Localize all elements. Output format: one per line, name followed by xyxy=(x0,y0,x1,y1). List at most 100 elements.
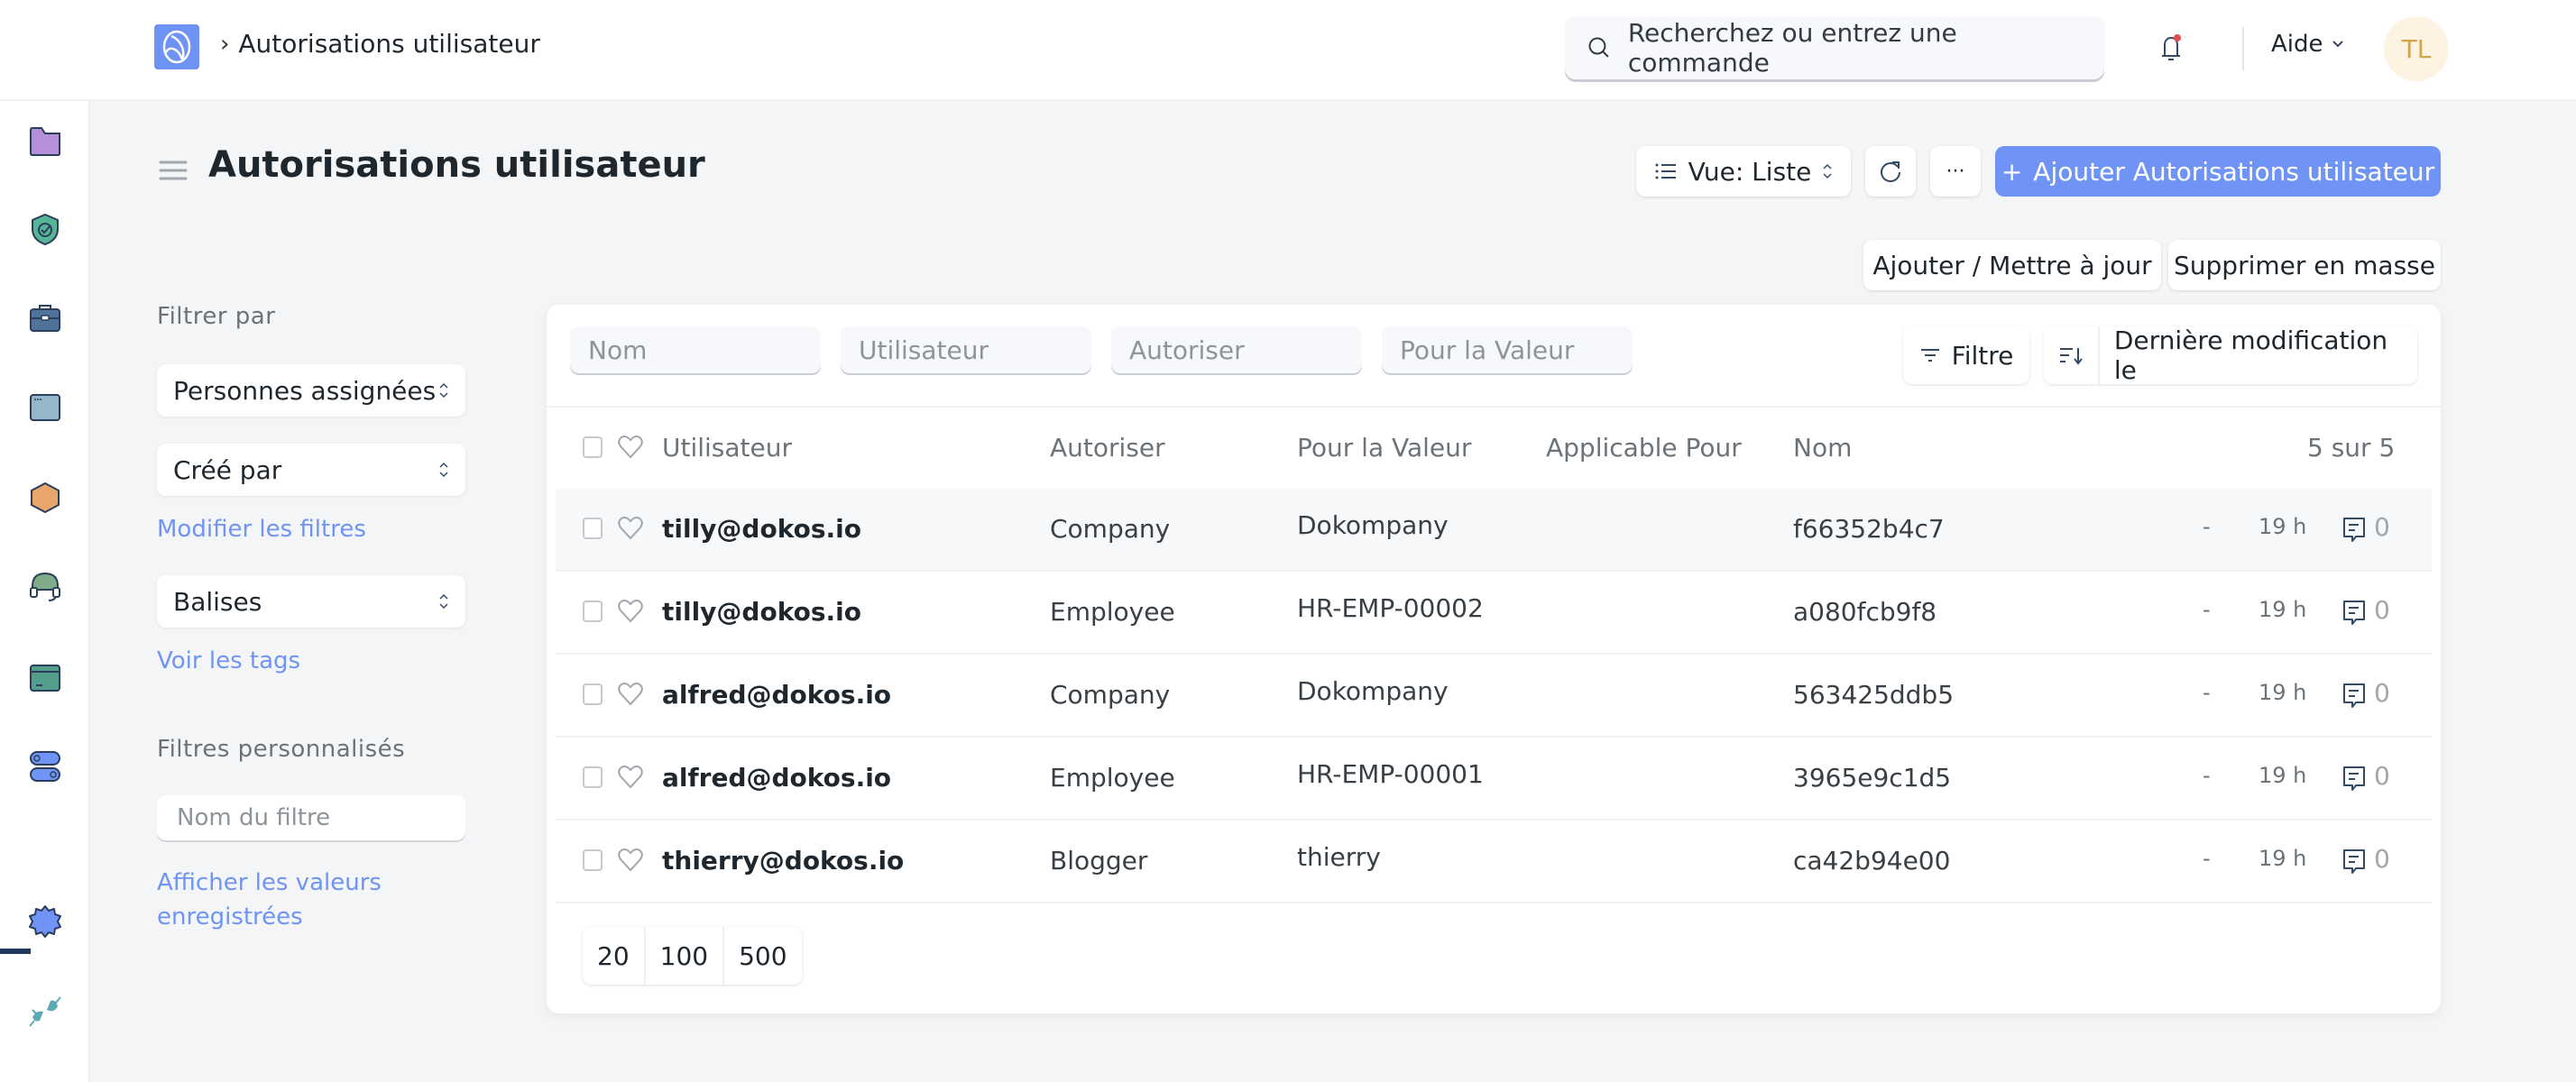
table-row[interactable]: tilly@dokos.io Employee HR-EMP-00002 a080fc… xyxy=(556,572,2432,655)
filter-button[interactable]: Filtre xyxy=(1903,326,2029,384)
row-allow: Blogger xyxy=(1050,846,1148,876)
row-for-value: HR-EMP-00002 xyxy=(1297,593,1484,623)
row-checkbox[interactable] xyxy=(583,766,603,788)
table-row[interactable]: tilly@dokos.io Company Dokompany f66352b4c7… xyxy=(556,489,2432,572)
chevron-updown-icon xyxy=(1823,163,1832,179)
view-switcher-button[interactable]: Vue: Liste xyxy=(1636,146,1851,197)
heart-icon[interactable] xyxy=(617,599,644,624)
terminal-card-icon[interactable] xyxy=(27,660,63,696)
help-dropdown[interactable]: Aide xyxy=(2271,31,2345,58)
sort-order-button[interactable] xyxy=(2044,326,2100,384)
hexagon-icon[interactable] xyxy=(27,480,63,516)
select-all-checkbox[interactable] xyxy=(583,436,603,458)
created-by-label: Créé par xyxy=(173,454,282,485)
app-logo[interactable] xyxy=(154,24,199,69)
page-size-500[interactable]: 500 xyxy=(724,927,801,985)
heart-icon[interactable] xyxy=(617,765,644,790)
row-user-link[interactable]: tilly@dokos.io xyxy=(662,514,861,544)
browser-window-icon[interactable] xyxy=(27,390,63,426)
card-divider xyxy=(547,406,2441,408)
row-allow: Company xyxy=(1050,514,1171,544)
page-size-selector: 20 100 500 xyxy=(583,927,802,985)
logo-icon xyxy=(162,30,191,64)
custom-filters-label: Filtres personnalisés xyxy=(157,736,406,763)
gear-icon[interactable] xyxy=(27,903,63,940)
add-user-permission-button[interactable]: + Ajouter Autorisations utilisateur xyxy=(1995,146,2441,197)
row-user-link[interactable]: thierry@dokos.io xyxy=(662,846,904,876)
add-update-button[interactable]: Ajouter / Mettre à jour xyxy=(1863,240,2161,290)
toggles-icon[interactable] xyxy=(27,748,63,784)
notifications-button[interactable] xyxy=(2157,32,2185,65)
comment-icon[interactable] xyxy=(2341,682,2367,711)
chevron-updown-icon xyxy=(439,462,448,478)
row-checkbox[interactable] xyxy=(583,601,603,622)
row-checkbox[interactable] xyxy=(583,849,603,871)
bell-icon xyxy=(2162,34,2181,60)
column-header-allow[interactable]: Autoriser xyxy=(1050,433,1165,463)
page-size-20[interactable]: 20 xyxy=(583,927,646,985)
show-saved-line2: enregistrées xyxy=(157,903,303,931)
row-dash: - xyxy=(2203,846,2211,871)
search-icon xyxy=(1588,37,1609,58)
table-row[interactable]: alfred@dokos.io Company Dokompany 563425ddb… xyxy=(556,655,2432,738)
list-icon xyxy=(1655,163,1676,179)
sort-selector[interactable]: Dernière modification le xyxy=(2044,326,2417,385)
edit-filters-link[interactable]: Modifier les filtres xyxy=(157,512,366,546)
user-avatar[interactable]: TL xyxy=(2384,16,2449,81)
comment-icon[interactable] xyxy=(2341,516,2367,545)
user-filter-input[interactable]: Utilisateur xyxy=(841,326,1091,373)
show-saved-line1: Afficher les valeurs xyxy=(157,869,382,896)
tags-label: Balises xyxy=(173,586,262,617)
column-header-for-value[interactable]: Pour la Valeur xyxy=(1297,433,1471,463)
search-placeholder: Recherchez ou entrez une commande xyxy=(1627,18,1957,78)
headset-icon[interactable] xyxy=(27,568,63,604)
heart-icon[interactable] xyxy=(617,682,644,707)
table-row[interactable]: alfred@dokos.io Employee HR-EMP-00001 3965e… xyxy=(556,738,2432,821)
table-row[interactable]: thierry@dokos.io Blogger thierry ca42b94e00… xyxy=(556,821,2432,903)
breadcrumb-item[interactable]: Autorisations utilisateur xyxy=(238,29,539,59)
shield-check-icon[interactable] xyxy=(27,211,63,247)
filter-name-input[interactable]: Nom du filtre xyxy=(157,795,465,840)
show-saved-values-link[interactable]: Afficher les valeurs enregistrées xyxy=(157,866,382,934)
bulk-delete-button[interactable]: Supprimer en masse xyxy=(2168,240,2441,290)
row-for-value: Dokompany xyxy=(1297,510,1449,540)
column-header-user[interactable]: Utilisateur xyxy=(662,433,792,463)
more-options-button[interactable]: ··· xyxy=(1930,146,1981,197)
search-input[interactable]: Recherchez ou entrez une commande xyxy=(1565,16,2104,79)
comment-icon[interactable] xyxy=(2341,848,2367,876)
row-checkbox[interactable] xyxy=(583,683,603,705)
row-name: 563425ddb5 xyxy=(1793,680,1955,710)
sort-descending-icon xyxy=(2059,348,2083,365)
comment-icon[interactable] xyxy=(2341,765,2367,793)
row-modified-time: 19 h xyxy=(2259,680,2307,705)
tags-select[interactable]: Balises xyxy=(157,575,465,628)
heart-icon[interactable] xyxy=(617,435,644,460)
show-tags-link[interactable]: Voir les tags xyxy=(157,644,300,678)
column-header-applicable-for[interactable]: Applicable Pour xyxy=(1546,433,1742,463)
row-comment-count: 0 xyxy=(2374,844,2390,874)
row-user-link[interactable]: tilly@dokos.io xyxy=(662,597,861,627)
created-by-select[interactable]: Créé par xyxy=(157,444,465,496)
row-user-link[interactable]: alfred@dokos.io xyxy=(662,763,891,793)
row-comment-count: 0 xyxy=(2374,595,2390,625)
page-size-100[interactable]: 100 xyxy=(646,927,725,985)
help-label: Aide xyxy=(2271,31,2323,58)
row-modified-time: 19 h xyxy=(2259,597,2307,622)
name-filter-input[interactable]: Nom xyxy=(570,326,821,373)
allow-filter-input[interactable]: Autoriser xyxy=(1111,326,1362,373)
sidebar-toggle-icon[interactable] xyxy=(159,159,188,182)
row-user-link[interactable]: alfred@dokos.io xyxy=(662,680,891,710)
assigned-to-select[interactable]: Personnes assignées xyxy=(157,364,465,417)
heart-icon[interactable] xyxy=(617,516,644,541)
folder-icon[interactable] xyxy=(27,123,63,159)
row-modified-time: 19 h xyxy=(2259,763,2307,788)
comment-icon[interactable] xyxy=(2341,599,2367,628)
plug-icon[interactable] xyxy=(27,994,63,1030)
column-header-name[interactable]: Nom xyxy=(1793,433,1852,463)
row-name: ca42b94e00 xyxy=(1793,846,1951,876)
refresh-button[interactable] xyxy=(1865,146,1916,197)
heart-icon[interactable] xyxy=(617,848,644,873)
row-checkbox[interactable] xyxy=(583,518,603,539)
for-value-filter-input[interactable]: Pour la Valeur xyxy=(1382,326,1633,373)
briefcase-icon[interactable] xyxy=(27,299,63,335)
